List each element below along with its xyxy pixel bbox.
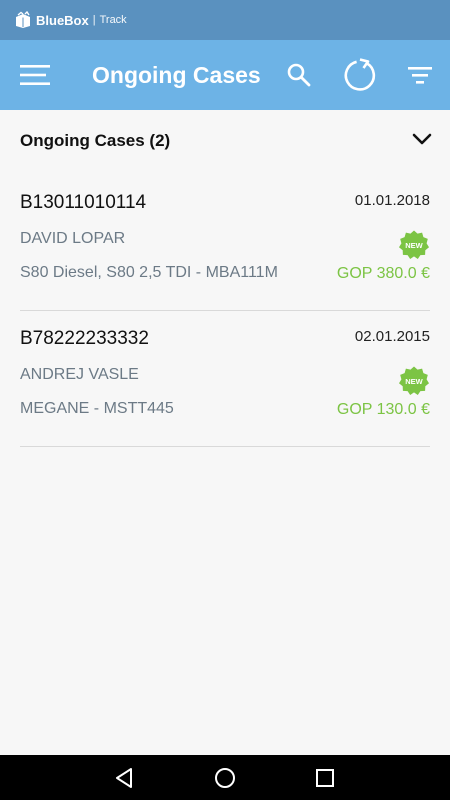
case-customer-name: DAVID LOPAR [20, 230, 126, 247]
page-title: Ongoing Cases [92, 62, 261, 88]
case-id: B13011010114 [20, 192, 147, 213]
new-badge-label: NEW [405, 241, 423, 250]
new-badge-icon: NEW [399, 230, 429, 259]
ongoing-cases-section-header[interactable]: Ongoing Cases (2) [0, 110, 450, 174]
filter-icon[interactable] [407, 64, 433, 86]
case-date: 02.01.2015 [354, 328, 430, 345]
case-price: GOP 130.0 € [336, 401, 430, 418]
new-badge-icon: NEW [399, 366, 429, 395]
app-bar: Ongoing Cases [0, 40, 450, 110]
case-list-item[interactable]: B78222233332 02.01.2015 ANDREJ VASLE MEG… [20, 310, 430, 447]
system-nav-bar [0, 755, 450, 800]
hamburger-menu-icon[interactable] [20, 63, 50, 87]
brand-subtitle: Track [99, 14, 127, 26]
brand-separator: | [92, 14, 96, 26]
back-triangle-icon[interactable] [113, 767, 135, 789]
brand: BlueBox | Track [14, 11, 127, 29]
home-circle-icon[interactable] [214, 767, 236, 789]
section-title: Ongoing Cases (2) [20, 131, 171, 150]
case-vehicle: S80 Diesel, S80 2,5 TDI - MBA111M [20, 264, 278, 281]
chevron-down-icon[interactable] [412, 132, 432, 146]
recent-apps-square-icon[interactable] [314, 767, 336, 789]
case-vehicle: MEGANE - MSTT445 [20, 400, 174, 417]
brand-name: BlueBox [36, 12, 89, 28]
case-price: GOP 380.0 € [336, 265, 430, 282]
refresh-icon[interactable] [343, 58, 377, 92]
case-list-item[interactable]: B13011010114 01.01.2018 DAVID LOPAR S80 … [20, 174, 430, 311]
case-customer-name: ANDREJ VASLE [20, 366, 139, 383]
search-icon[interactable] [286, 62, 312, 88]
case-id: B78222233332 [20, 328, 149, 349]
status-bar: BlueBox | Track [0, 0, 450, 40]
box-logo-icon [16, 11, 30, 28]
case-date: 01.01.2018 [354, 192, 430, 209]
new-badge-label: NEW [405, 377, 423, 386]
